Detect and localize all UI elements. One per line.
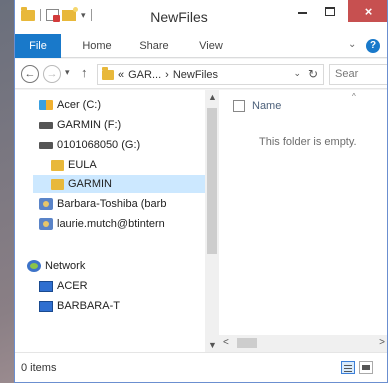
up-arrow-icon[interactable]: ↑ [81,65,88,80]
tree-item-drive-g[interactable]: 0101068050 (G:) [39,136,205,154]
large-icons-view-icon [362,365,370,370]
scrollbar-thumb[interactable] [237,338,257,348]
scroll-down-arrow-icon[interactable]: ▼ [208,340,217,350]
file-list-horizontal-scrollbar[interactable]: < > [219,335,387,352]
breadcrumb-separator-icon[interactable]: › [165,69,169,81]
window-title: NewFiles [150,9,208,25]
explorer-window: ▾ NewFiles × File Home Share View ⌄ ? ← … [14,0,388,383]
details-view-icon [344,371,352,372]
maximize-icon [325,6,335,16]
tree-item-eula[interactable]: EULA [51,156,205,174]
select-all-checkbox[interactable] [233,100,245,112]
tree-item-label: GARMIN (F:) [57,119,122,131]
navigation-bar: ← → ▾ ↑ « GAR... › NewFiles ⌄ ↻ Sear [15,59,387,89]
tree-item-barbara-toshiba[interactable]: Barbara-Toshiba (barb [39,195,205,213]
name-column-label: Name [252,100,282,112]
minimize-button[interactable] [289,0,315,22]
tree-item-label: Acer (C:) [57,99,101,111]
tree-item-network[interactable]: Network [27,257,205,275]
close-button[interactable]: × [348,0,387,22]
drive-icon [39,121,53,129]
expand-ribbon-chevron-icon[interactable]: ⌄ [348,39,356,50]
scrollbar-thumb[interactable] [207,108,217,254]
file-list-pane[interactable]: Name ^ This folder is empty. [219,90,387,352]
navigation-pane-scrollbar[interactable]: ▲ ▼ [205,90,219,352]
tree-item-label: Network [45,260,86,272]
name-column-header[interactable]: Name [233,100,281,112]
help-icon[interactable]: ? [366,39,380,53]
refresh-icon[interactable]: ↻ [308,67,318,81]
breadcrumb-overflow[interactable]: « [118,69,124,81]
folder-icon [51,178,64,190]
search-input[interactable]: Sear [329,64,387,85]
scroll-up-arrow-icon[interactable]: ▲ [208,92,217,102]
navigation-pane: Acer (C:) GARMIN (F:) 0101068050 (G:) EU… [15,90,205,352]
tree-item-label: laurie.mutch@btintern [57,218,165,230]
homegroup-user-icon [39,198,53,210]
address-dropdown-chevron-icon[interactable]: ⌄ [293,68,301,79]
network-icon [27,260,41,272]
tree-item-label: BARBARA-T [57,300,120,312]
recent-locations-chevron-icon[interactable]: ▾ [65,67,70,78]
item-count: 0 items [21,362,57,374]
ribbon-tabs: File Home Share View ⌄ ? [15,34,387,58]
address-bar[interactable]: « GAR... › NewFiles ⌄ ↻ [97,64,324,85]
close-icon: × [364,3,373,19]
tab-file[interactable]: File [15,34,61,58]
tree-item-label: 0101068050 (G:) [57,139,141,151]
tree-item-label: ACER [57,280,88,292]
computer-icon [39,280,53,292]
forward-button[interactable]: → [43,65,61,83]
large-icons-view-button[interactable] [359,361,373,374]
tab-view[interactable]: View [191,34,231,58]
scroll-left-arrow-icon[interactable]: < [223,337,229,348]
sort-ascending-icon: ^ [352,92,356,101]
status-bar: 0 items [15,352,387,382]
tree-item-acer-c[interactable]: Acer (C:) [39,96,205,114]
details-view-icon [344,365,352,366]
scroll-right-arrow-icon[interactable]: > [379,337,385,348]
tree-item-label: Barbara-Toshiba (barb [57,198,167,210]
tree-item-label: EULA [68,159,97,171]
title-bar: ▾ NewFiles × [15,0,387,34]
maximize-button[interactable] [317,0,343,22]
details-view-icon [344,368,352,369]
computer-icon [39,300,53,312]
tree-item-garmin-folder[interactable]: GARMIN [33,175,205,193]
empty-folder-message: This folder is empty. [259,136,357,148]
tab-share[interactable]: Share [132,34,176,58]
breadcrumb-newfiles[interactable]: NewFiles [173,69,218,81]
drive-icon [39,141,53,149]
tree-item-laurie-mutch[interactable]: laurie.mutch@btintern [39,215,205,233]
tree-item-acer-computer[interactable]: ACER [39,277,205,295]
back-button[interactable]: ← [21,65,39,83]
homegroup-user-icon [39,218,53,230]
tree-item-barbara-t[interactable]: BARBARA-T [39,297,205,315]
folder-icon [51,159,64,171]
tree-item-label: GARMIN [68,178,112,190]
folder-icon [102,66,114,80]
details-view-button[interactable] [341,361,355,374]
windows-drive-icon [39,100,53,110]
breadcrumb-garmin[interactable]: GAR... [128,69,161,81]
tab-home[interactable]: Home [77,34,117,58]
minimize-icon [297,12,307,14]
tree-item-garmin-f[interactable]: GARMIN (F:) [39,116,205,134]
